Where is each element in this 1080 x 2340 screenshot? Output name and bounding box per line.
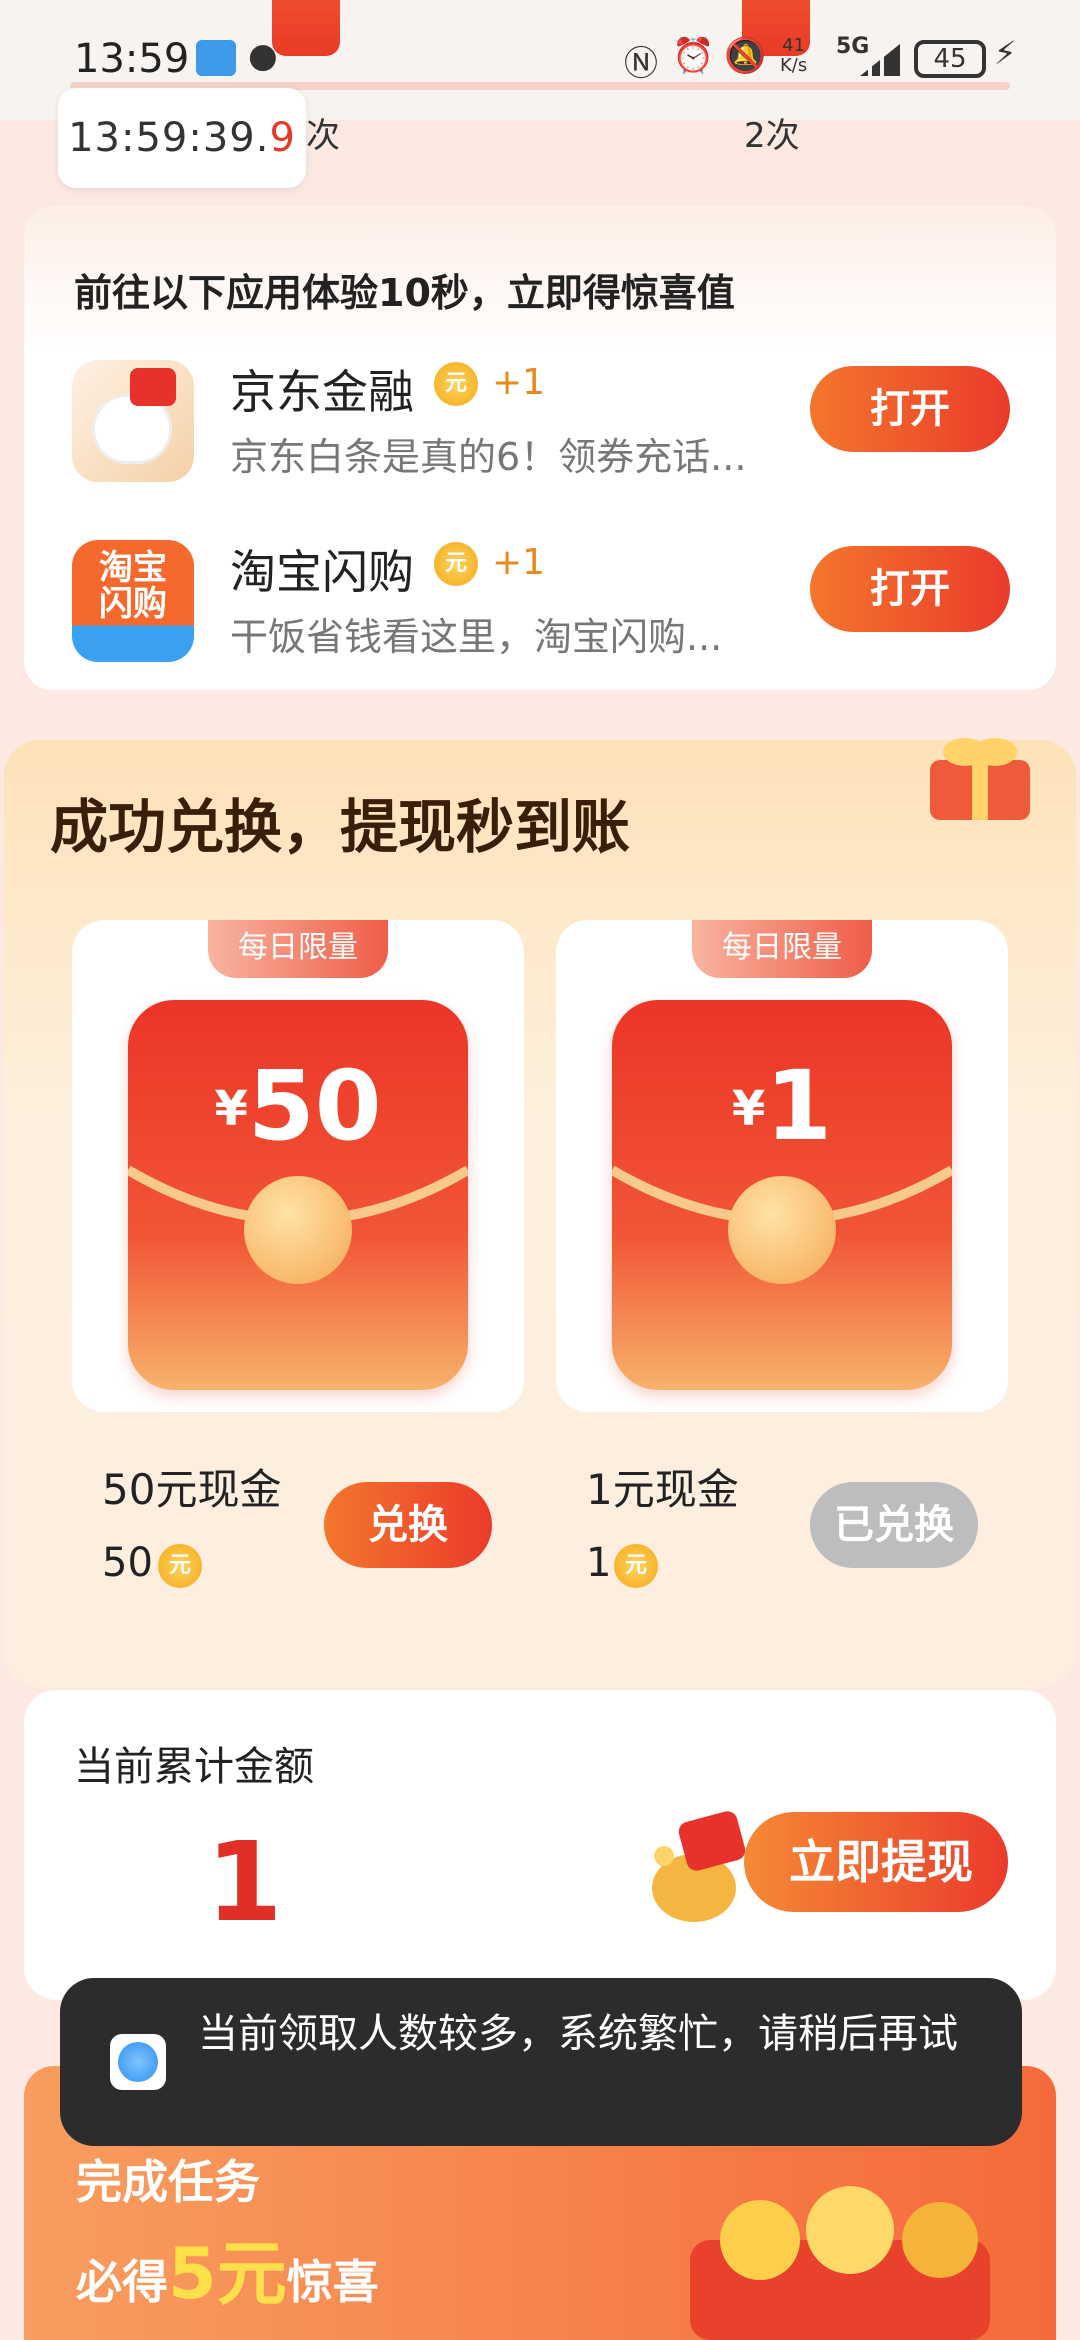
reward-cost: 50	[102, 1540, 153, 1586]
coin-icon: 元	[614, 1544, 658, 1588]
open-button[interactable]: 打开	[810, 546, 1010, 632]
red-envelope-icon	[272, 0, 340, 56]
counter-left: 次	[306, 116, 340, 156]
coin-icon: 元	[434, 362, 478, 406]
counter-right: 2次	[744, 116, 800, 156]
jd-finance-icon	[72, 360, 194, 482]
reward-cost: 1	[586, 1540, 612, 1586]
reward-name: 50元现金	[102, 1465, 282, 1514]
wechat-icon: ●	[248, 36, 278, 76]
app-name: 京东金融	[230, 365, 414, 419]
daily-limit-tag: 每日限量	[692, 920, 872, 978]
total-value: 1	[206, 1818, 283, 1946]
reward-name: 1元现金	[586, 1465, 739, 1514]
alarm-icon: ⏰	[672, 36, 715, 76]
app-row-jd[interactable]: 京东金融 元 +1 京东白条是真的6！领券充话... 打开	[24, 334, 1056, 514]
app-icon	[110, 2034, 166, 2090]
reward-card-1[interactable]: 每日限量 ¥1	[556, 920, 1008, 1412]
open-button[interactable]: 打开	[810, 366, 1010, 452]
envelope-amount: ¥1	[731, 1050, 833, 1162]
total-label: 当前累计金额	[74, 1744, 314, 1790]
red-envelope: ¥50	[128, 1000, 468, 1390]
daily-limit-tag: 每日限量	[208, 920, 388, 978]
toast-message: 当前领取人数较多，系统繁忙，请稍后再试	[198, 2011, 958, 2057]
gift-box-icon	[930, 738, 1030, 820]
charging-icon: ⚡	[994, 34, 1017, 72]
planet-icon	[728, 1176, 836, 1284]
banner-line1: 完成任务	[76, 2155, 260, 2209]
app-desc: 干饭省钱看这里，淘宝闪购...	[230, 615, 723, 659]
banner-line2: 必得5元惊喜	[76, 2233, 379, 2315]
mute-bell-icon: 🔕	[724, 36, 767, 76]
bonus-label: +1	[492, 542, 546, 583]
reward-card-50[interactable]: 每日限量 ¥50	[72, 920, 524, 1412]
envelope-amount: ¥50	[214, 1050, 382, 1162]
nfc-icon: Ⓝ	[624, 44, 658, 84]
planet-icon	[244, 1176, 352, 1284]
taobao-flash-icon: 淘宝 闪购	[72, 540, 194, 662]
coin-icon: 元	[158, 1544, 202, 1588]
app-row-taobao[interactable]: 淘宝 闪购 淘宝闪购 元 +1 干饭省钱看这里，淘宝闪购... 打开	[24, 514, 1056, 694]
status-time: 13:59	[74, 36, 190, 82]
app-desc: 京东白条是真的6！领券充话...	[230, 435, 747, 479]
net-speed: 41 K/s	[780, 35, 808, 76]
exchange-button[interactable]: 兑换	[324, 1482, 492, 1568]
red-envelope: ¥1	[612, 1000, 952, 1390]
task-title: 前往以下应用体验10秒，立即得惊喜值	[74, 271, 735, 315]
toast: 当前领取人数较多，系统繁忙，请稍后再试	[60, 1978, 1022, 2146]
withdraw-button[interactable]: 立即提现	[744, 1812, 1008, 1912]
reader-app-icon	[196, 40, 236, 76]
coin-icon: 元	[434, 542, 478, 586]
timer-chip: 13:59:39.9	[58, 88, 306, 188]
battery-icon: 45	[914, 40, 986, 78]
exchanged-button[interactable]: 已兑换	[810, 1482, 978, 1568]
signal-label: 5G	[836, 34, 870, 59]
exchange-title: 成功兑换，提现秒到账	[50, 793, 631, 861]
treasure-chest-icon	[690, 2186, 990, 2340]
app-name: 淘宝闪购	[230, 545, 414, 599]
bonus-label: +1	[492, 362, 546, 403]
